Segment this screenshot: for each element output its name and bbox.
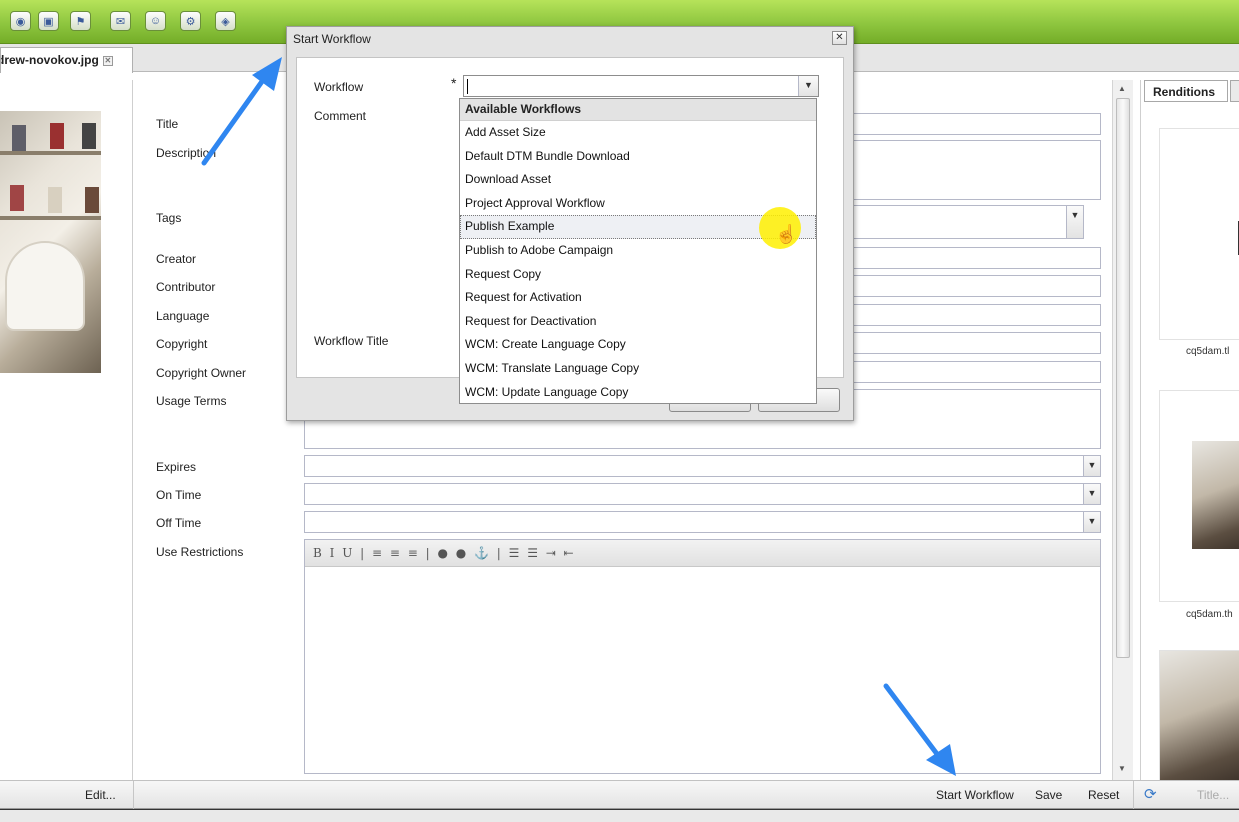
scroll-up-icon[interactable]: ▲	[1118, 84, 1126, 93]
on-time-label: On Time	[156, 488, 202, 502]
refresh-icon[interactable]: ⟳	[1144, 785, 1157, 803]
creator-label: Creator	[156, 252, 197, 266]
close-tab-icon[interactable]: ✕	[102, 56, 113, 66]
dropdown-option[interactable]: WCM: Translate Language Copy	[460, 357, 816, 381]
close-icon[interactable]: ✕	[832, 31, 847, 45]
asset-preview-image	[0, 111, 101, 373]
image-icon[interactable]: ▣	[38, 11, 59, 31]
rendition-caption: cq5dam.th	[1186, 609, 1233, 620]
asset-preview-panel	[0, 80, 133, 780]
dropdown-option[interactable]: Request Copy	[460, 263, 816, 287]
save-button[interactable]: Save	[1035, 788, 1062, 802]
reset-button[interactable]: Reset	[1088, 788, 1119, 802]
copyright-label: Copyright	[156, 337, 208, 351]
mail-icon[interactable]: ✉	[110, 11, 131, 31]
tools-icon[interactable]: ⚙	[180, 11, 201, 31]
off-time-field[interactable]: ▫ ▼	[304, 511, 1160, 533]
tag-icon[interactable]: ◈	[215, 11, 236, 31]
edit-button[interactable]: Edit...	[85, 788, 116, 802]
dialog-title: Start Workflow	[293, 32, 371, 46]
dropdown-option[interactable]: WCM: Create Language Copy	[460, 333, 816, 357]
rendition-card[interactable]	[1159, 650, 1239, 781]
flag-icon[interactable]: ⚑	[70, 11, 91, 31]
dropdown-header: Available Workflows	[460, 99, 816, 121]
rendition-caption: cq5dam.tl	[1186, 346, 1230, 357]
tab-more[interactable]	[1230, 80, 1239, 102]
dropdown-option[interactable]: Add Asset Size	[460, 121, 816, 145]
form-scrollbar[interactable]: ▲ ▼	[1112, 80, 1133, 780]
rendition-card[interactable]	[1159, 390, 1239, 602]
expires-label: Expires	[156, 460, 197, 474]
chevron-down-icon[interactable]: ▼	[1083, 456, 1100, 476]
chevron-down-icon[interactable]: ▼	[1083, 484, 1100, 504]
title-label: Title	[156, 117, 179, 131]
start-workflow-button[interactable]: Start Workflow	[936, 788, 1014, 802]
dropdown-option[interactable]: Project Approval Workflow	[460, 192, 816, 216]
language-label: Language	[156, 309, 210, 323]
usage-terms-label: Usage Terms	[156, 394, 227, 408]
required-marker: *	[451, 75, 457, 91]
file-tab[interactable]: drew-novokov.jpg ✕	[0, 47, 133, 73]
copyright-owner-label: Copyright Owner	[156, 366, 247, 380]
title-filter-field[interactable]: Title...	[1197, 788, 1229, 802]
workflow-title-label: Workflow Title	[314, 334, 389, 348]
chevron-down-icon[interactable]: ▼	[1066, 206, 1083, 238]
rich-text-toolbar[interactable]: B I U | ≡ ≡ ≡ | ● ● ⚓ | ☰ ☰ ⇥ ⇤	[305, 540, 1100, 567]
dropdown-option[interactable]: Request for Activation	[460, 286, 816, 310]
bottom-toolbar: Edit... Start Workflow Save Reset ⟳ Titl…	[0, 780, 1239, 810]
workflow-label: Workflow	[314, 80, 364, 94]
users-icon[interactable]: ☺	[145, 11, 166, 31]
expires-field[interactable]: ▫ ▼	[304, 455, 1160, 477]
scrollbar-thumb[interactable]	[1116, 98, 1130, 658]
chevron-down-icon[interactable]: ▼	[1083, 512, 1100, 532]
scroll-down-icon[interactable]: ▼	[1118, 764, 1126, 773]
on-time-field[interactable]: ▫ ▼	[304, 483, 1160, 505]
rendition-card[interactable]	[1159, 128, 1239, 340]
off-time-label: Off Time	[156, 516, 202, 530]
use-restrictions-editor[interactable]: B I U | ≡ ≡ ≡ | ● ● ⚓ | ☰ ☰ ⇥ ⇤	[304, 539, 1101, 774]
hand-cursor-icon: ☝	[775, 224, 798, 244]
dropdown-option[interactable]: Download Asset	[460, 168, 816, 192]
chevron-down-icon[interactable]: ▼	[798, 76, 818, 96]
annotation-arrow-icon	[201, 57, 282, 166]
status-bar	[0, 809, 1239, 822]
annotation-arrow-icon	[883, 683, 956, 776]
file-tab-label: drew-novokov.jpg	[0, 53, 99, 67]
workflow-dropdown[interactable]: Available Workflows Add Asset Size Defau…	[459, 98, 817, 404]
dropdown-option[interactable]: WCM: Update Language Copy	[460, 381, 816, 403]
tags-label: Tags	[156, 211, 182, 225]
globe-icon[interactable]: ◉	[10, 11, 31, 31]
dropdown-option[interactable]: Default DTM Bundle Download	[460, 145, 816, 169]
tab-renditions[interactable]: Renditions	[1144, 80, 1228, 102]
use-restrictions-label: Use Restrictions	[156, 545, 244, 559]
comment-label: Comment	[314, 109, 367, 123]
renditions-panel: Renditions cq5dam.tl cq5dam.th	[1140, 80, 1239, 781]
workflow-select[interactable]: ▼	[463, 75, 819, 97]
contributor-label: Contributor	[156, 280, 216, 294]
dropdown-option[interactable]: Publish to Adobe Campaign	[460, 239, 816, 263]
dropdown-option[interactable]: Request for Deactivation	[460, 310, 816, 334]
